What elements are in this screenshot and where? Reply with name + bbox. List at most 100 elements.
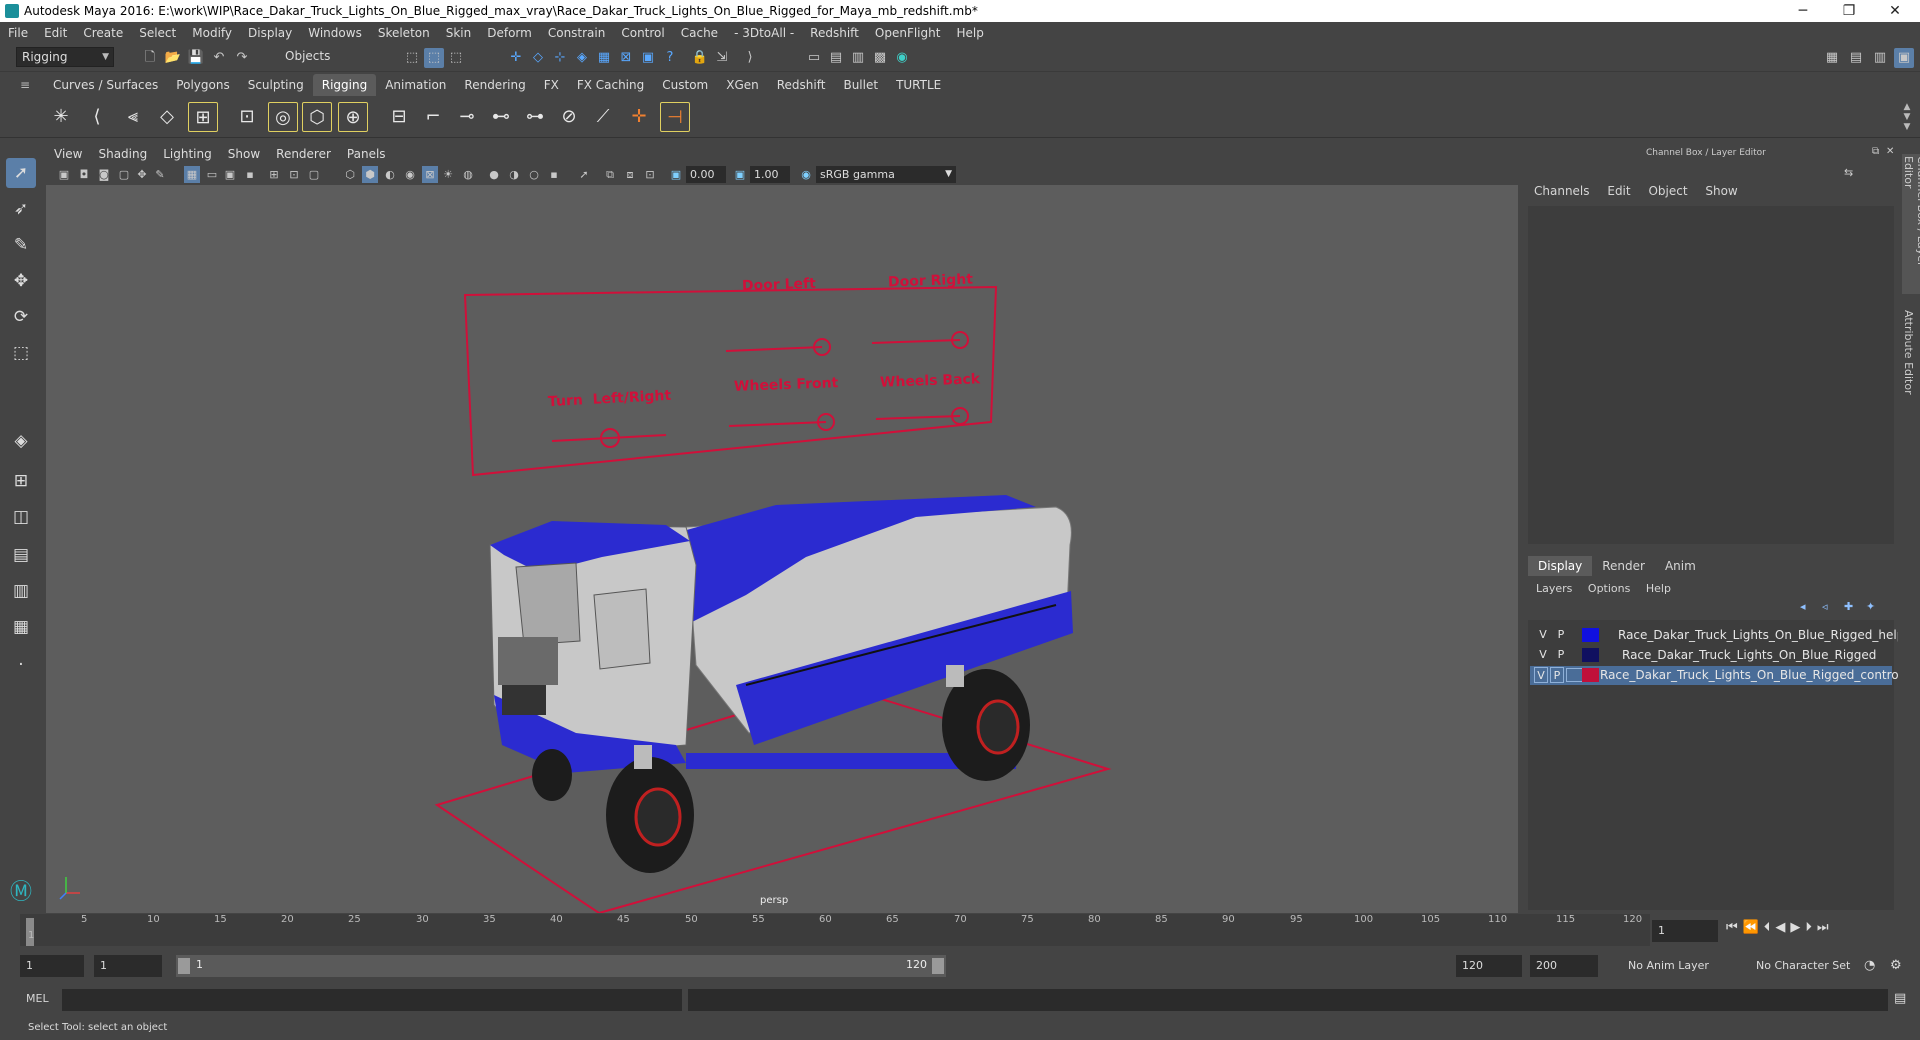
persp-outliner-icon[interactable]: ▥	[6, 576, 36, 606]
layer-menu-options[interactable]: Options	[1588, 582, 1630, 595]
cluster-icon[interactable]: ⊕	[338, 102, 368, 132]
play-backwards-icon[interactable]: ◀	[1775, 920, 1790, 935]
menu-skeleton[interactable]: Skeleton	[370, 22, 438, 44]
joint-tool-icon[interactable]: ✳	[46, 102, 76, 132]
grease-pencil-icon[interactable]: ✎	[152, 166, 168, 183]
construction-history-icon[interactable]: ⟩	[740, 48, 760, 68]
playback-start-field[interactable]: 1	[94, 955, 162, 977]
wireframe-icon[interactable]: ⬡	[342, 166, 358, 183]
create-controller-icon[interactable]: ⊣	[660, 102, 690, 132]
viewport-scene[interactable]	[46, 185, 1518, 913]
color-space-dropdown[interactable]: sRGB gamma ▼	[816, 166, 956, 183]
channel-box-area[interactable]	[1528, 206, 1894, 544]
gate-mask-icon[interactable]: ▪	[242, 166, 258, 183]
viewport-menu-show[interactable]: Show	[220, 144, 268, 164]
snap-surface-icon[interactable]: ▦	[594, 48, 614, 68]
move-tool-icon[interactable]: ✥	[6, 266, 36, 296]
menu-redshift[interactable]: Redshift	[802, 22, 867, 44]
start-frame-field[interactable]: 1	[20, 955, 84, 977]
layer-tab-render[interactable]: Render	[1592, 556, 1655, 576]
close-button[interactable]: ✕	[1872, 0, 1918, 22]
menu-deform[interactable]: Deform	[479, 22, 540, 44]
lasso-tool-icon[interactable]: ➶	[6, 194, 36, 224]
ik-spline-icon[interactable]: ⫷	[118, 102, 148, 132]
shelf-tab-polygons[interactable]: Polygons	[167, 74, 238, 96]
redshift-render-icon[interactable]: ◉	[892, 48, 912, 68]
layer-color-swatch[interactable]	[1582, 628, 1599, 642]
play-forwards-icon[interactable]: ▶	[1790, 920, 1805, 935]
command-input[interactable]	[62, 989, 682, 1011]
menu-control[interactable]: Control	[613, 22, 672, 44]
attribute-toggle-icon[interactable]: ▥	[1870, 48, 1890, 68]
four-view-icon[interactable]: ⊞	[6, 466, 36, 496]
menu-skin[interactable]: Skin	[438, 22, 480, 44]
viewport-menu-view[interactable]: View	[46, 144, 90, 164]
snap-vertex-icon[interactable]: ⊠	[616, 48, 636, 68]
menu-constrain[interactable]: Constrain	[540, 22, 614, 44]
layer-visibility-toggle[interactable]: V	[1536, 627, 1550, 643]
viewport-menu-renderer[interactable]: Renderer	[268, 144, 339, 164]
camera-select-icon[interactable]: ▣	[56, 166, 72, 183]
select-hierarchy-icon[interactable]: ⬚	[402, 48, 422, 68]
side-tab-channel-box[interactable]: Channel Box / Layer Editor	[1902, 154, 1920, 294]
mirror-joint-icon[interactable]: ◇	[152, 102, 182, 132]
image-plane-icon[interactable]: ▢	[116, 166, 132, 183]
parent-constraint-icon[interactable]: ⌐	[418, 102, 448, 132]
select-object-icon[interactable]: ⬚	[424, 48, 444, 68]
shelf-scroll-icon[interactable]: ▲ ▼ ▼	[1900, 102, 1914, 132]
layer-playback-toggle[interactable]: P	[1550, 667, 1564, 683]
render-frame-icon[interactable]: ▭	[804, 48, 824, 68]
side-tab-attribute-editor[interactable]: Attribute Editor	[1902, 310, 1915, 400]
menu-edit[interactable]: Edit	[36, 22, 75, 44]
menu-select[interactable]: Select	[131, 22, 184, 44]
minimize-button[interactable]: ─	[1780, 0, 1826, 22]
xray-components-icon[interactable]: ⧈	[622, 166, 638, 183]
textured-icon[interactable]: ◉	[402, 166, 418, 183]
restore-button[interactable]: ❐	[1826, 0, 1872, 22]
save-scene-icon[interactable]: 💾	[186, 48, 206, 68]
shelf-tab-xgen[interactable]: XGen	[717, 74, 768, 96]
pole-vector-icon[interactable]: ⟋	[588, 102, 618, 132]
lattice-icon[interactable]: ⬡	[302, 102, 332, 132]
cb-menu-show[interactable]: Show	[1705, 184, 1737, 198]
layer-tab-anim[interactable]: Anim	[1655, 556, 1706, 576]
snap-grid-icon[interactable]: ✛	[506, 48, 526, 68]
shelf-menu-icon[interactable]: ≡	[20, 78, 34, 92]
grid-toggle-icon[interactable]: ▦	[184, 166, 200, 183]
soft-select-icon[interactable]: ▣	[638, 48, 658, 68]
gamma-field[interactable]: 1.00	[750, 166, 790, 183]
layer-row[interactable]: V P Race_Dakar_Truck_Lights_On_Blue_Rigg…	[1530, 646, 1892, 665]
use-all-lights-icon[interactable]: ⊠	[422, 166, 438, 183]
menu-windows[interactable]: Windows	[300, 22, 370, 44]
end-frame-field[interactable]: 200	[1530, 955, 1598, 977]
menu-display[interactable]: Display	[240, 22, 300, 44]
move-layer-down-icon[interactable]: ◃	[1822, 600, 1828, 613]
paint-select-icon[interactable]: ✎	[6, 230, 36, 260]
viewport-menu-shading[interactable]: Shading	[90, 144, 155, 164]
move-layer-up-icon[interactable]: ◂	[1800, 600, 1806, 613]
safe-title-icon[interactable]: ▢	[306, 166, 322, 183]
step-forward-frame-icon[interactable]: ⏵	[1805, 920, 1817, 935]
new-layer-selected-icon[interactable]: ✦	[1866, 600, 1875, 613]
character-set-dropdown[interactable]: No Character Set	[1750, 955, 1870, 977]
layout-more-icon[interactable]: ·	[6, 650, 36, 680]
menu-create[interactable]: Create	[75, 22, 131, 44]
persp-viewport[interactable]: Door Left Door Right Turn Left/Right Whe…	[46, 185, 1518, 913]
outliner-toggle-icon[interactable]: ▤	[1846, 48, 1866, 68]
shelf-tab-fx[interactable]: FX	[535, 74, 568, 96]
anim-layer-dropdown[interactable]: No Anim Layer	[1622, 955, 1742, 977]
hypershade-icon[interactable]: ▩	[870, 48, 890, 68]
playback-end-field[interactable]: 120	[1456, 955, 1522, 977]
point-constraint-icon[interactable]: ⊸	[452, 102, 482, 132]
xray-icon[interactable]: ➚	[576, 166, 592, 183]
layer-row-selected[interactable]: V P Race_Dakar_Truck_Lights_On_Blue_Rigg…	[1530, 666, 1920, 685]
shelf-tab-fx-caching[interactable]: FX Caching	[568, 74, 653, 96]
range-slider[interactable]: 1 120	[176, 955, 946, 977]
aim-constraint-icon[interactable]: ⊘	[554, 102, 584, 132]
layer-color-swatch[interactable]	[1582, 668, 1599, 682]
rotate-tool-icon[interactable]: ⟳	[6, 302, 36, 332]
go-to-end-icon[interactable]: ⏭	[1817, 920, 1834, 935]
animation-prefs-icon[interactable]: ⚙	[1890, 958, 1902, 973]
current-frame-field[interactable]: 1	[1652, 920, 1718, 942]
auto-key-icon[interactable]: ◔	[1864, 958, 1875, 973]
